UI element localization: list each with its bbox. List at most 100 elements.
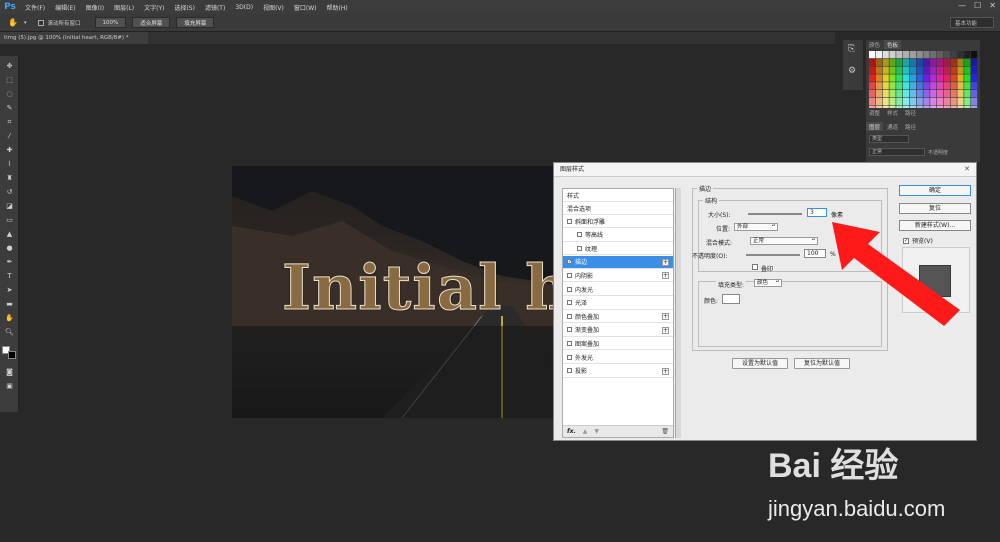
style-item[interactable]: 投影 + [563, 365, 673, 378]
swatch-cell[interactable] [971, 51, 978, 59]
ok-button[interactable]: 确定 [899, 185, 971, 196]
swatch-cell[interactable] [869, 82, 876, 90]
workspace-select[interactable]: 基本功能 [950, 17, 994, 28]
swatch-cell[interactable] [916, 90, 923, 98]
move-tool-icon[interactable]: ✥ [4, 62, 15, 71]
swatch-cell[interactable] [882, 90, 889, 98]
screen-mode-icon[interactable]: ▣ [4, 382, 15, 391]
swatch-cell[interactable] [889, 97, 896, 105]
minimize-icon[interactable]: — [958, 1, 966, 10]
move-down-icon[interactable]: ▼ [594, 428, 599, 435]
clone-stamp-tool-icon[interactable]: ♜ [4, 174, 15, 183]
swatch-cell[interactable] [943, 74, 950, 82]
swatch-cell[interactable] [957, 97, 964, 105]
tab-adjustments[interactable]: 调整 [866, 108, 883, 117]
swatch-cell[interactable] [916, 58, 923, 66]
swatch-cell[interactable] [869, 90, 876, 98]
swatch-cell[interactable] [896, 58, 903, 66]
fill-type-select[interactable]: 颜色 [754, 279, 782, 287]
swatch-cell[interactable] [875, 51, 882, 59]
swatch-cell[interactable] [896, 51, 903, 59]
tab-layer-paths[interactable]: 路径 [902, 122, 919, 131]
style-item-checkbox[interactable] [567, 218, 572, 224]
style-item-checkbox[interactable] [577, 232, 582, 238]
swatch-cell[interactable] [943, 82, 950, 90]
tool-preset-chevron-icon[interactable]: ▾ [24, 20, 27, 26]
tab-color[interactable]: 颜色 [866, 40, 883, 49]
add-style-icon[interactable]: + [662, 272, 669, 280]
menu-window[interactable]: 窗口(W) [289, 3, 322, 12]
add-style-icon[interactable]: + [662, 367, 669, 375]
style-item[interactable]: 渐变叠加 + [563, 324, 673, 337]
quick-select-tool-icon[interactable]: ✎ [4, 104, 15, 113]
add-style-icon[interactable]: + [662, 326, 669, 334]
swatch-cell[interactable] [882, 82, 889, 90]
swatch-cell[interactable] [923, 66, 930, 74]
tab-styles[interactable]: 样式 [884, 108, 901, 117]
swatch-cell[interactable] [923, 90, 930, 98]
menu-filter[interactable]: 滤镜(T) [200, 3, 230, 12]
swatch-cell[interactable] [964, 51, 971, 59]
close-icon[interactable]: ✕ [989, 1, 996, 10]
swatch-cell[interactable] [896, 82, 903, 90]
swatch-cell[interactable] [869, 51, 876, 59]
swatch-cell[interactable] [889, 51, 896, 59]
eraser-tool-icon[interactable]: ◪ [4, 202, 15, 211]
swatch-cell[interactable] [937, 51, 944, 59]
style-item-checkbox[interactable]: ✓ [567, 259, 572, 265]
stroke-color-swatch[interactable] [722, 294, 740, 304]
maximize-icon[interactable]: ☐ [974, 1, 981, 10]
menu-help[interactable]: 帮助(H) [322, 3, 353, 12]
swatch-cell[interactable] [930, 82, 937, 90]
tab-layers[interactable]: 图层 [866, 122, 884, 131]
swatch-cell[interactable] [971, 58, 978, 66]
swatch-cell[interactable] [971, 90, 978, 98]
swatch-cell[interactable] [937, 66, 944, 74]
marquee-tool-icon[interactable]: ⬚ [4, 76, 15, 85]
swatch-cell[interactable] [889, 90, 896, 98]
swatch-cell[interactable] [882, 58, 889, 66]
swatch-cell[interactable] [950, 82, 957, 90]
tab-swatches[interactable]: 色板 [884, 40, 902, 49]
swatch-cell[interactable] [937, 74, 944, 82]
swatch-cell[interactable] [923, 82, 930, 90]
blending-options-item[interactable]: 混合选项 [563, 202, 673, 215]
menu-view[interactable]: 视图(V) [258, 3, 289, 12]
swatch-cell[interactable] [930, 51, 937, 59]
opacity-slider[interactable] [746, 254, 800, 256]
style-item-checkbox[interactable] [567, 286, 572, 292]
swatch-cell[interactable] [875, 82, 882, 90]
swatch-cell[interactable] [903, 51, 910, 59]
history-panel-icon[interactable]: ⎘ [848, 44, 855, 54]
swatch-cell[interactable] [882, 97, 889, 105]
swatch-cell[interactable] [916, 74, 923, 82]
swatch-cell[interactable] [971, 74, 978, 82]
swatch-cell[interactable] [943, 97, 950, 105]
style-list-scrollbar[interactable] [675, 188, 681, 438]
document-tab[interactable]: timg (5).jpg @ 100% (Initial heart, RGB/… [0, 32, 148, 44]
swatch-cell[interactable] [964, 74, 971, 82]
swatch-cell[interactable] [937, 82, 944, 90]
dodge-tool-icon[interactable]: ● [4, 244, 15, 253]
style-item[interactable]: 内阴影 + [563, 269, 673, 283]
swatch-cell[interactable] [909, 58, 916, 66]
swatch-cell[interactable] [930, 90, 937, 98]
menu-type[interactable]: 文字(Y) [139, 3, 169, 12]
swatch-cell[interactable] [943, 58, 950, 66]
swatch-cell[interactable] [909, 51, 916, 59]
style-item[interactable]: ✓ 描边 + [563, 255, 673, 269]
swatch-cell[interactable] [950, 90, 957, 98]
add-style-icon[interactable]: + [662, 313, 669, 321]
layer-blend-mode-select[interactable]: 正常 [869, 148, 925, 156]
position-select[interactable]: 外部 [734, 223, 778, 231]
swatch-cell[interactable] [909, 82, 916, 90]
menu-3d[interactable]: 3D(D) [230, 4, 258, 11]
tab-channels[interactable]: 通道 [884, 122, 901, 131]
swatch-cell[interactable] [896, 74, 903, 82]
path-select-tool-icon[interactable]: ➤ [4, 286, 15, 295]
swatch-cell[interactable] [964, 66, 971, 74]
fit-screen-button[interactable]: 适合屏幕 [132, 17, 171, 28]
swatch-cell[interactable] [889, 74, 896, 82]
swatch-cell[interactable] [957, 74, 964, 82]
eyedropper-tool-icon[interactable]: ⁄ [4, 132, 15, 141]
